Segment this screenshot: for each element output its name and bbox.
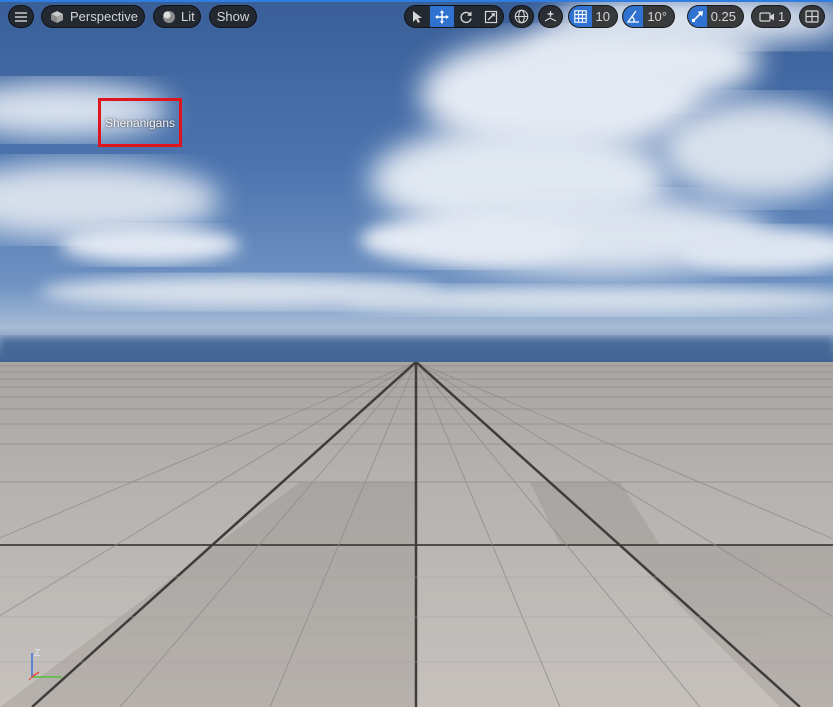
scale-arrow-icon [691,10,704,23]
cube-icon [50,10,64,24]
rotation-snap-control[interactable]: 10° [622,5,675,28]
coordinate-space-button[interactable] [509,5,534,28]
lighting-mode-label: Lit [181,9,195,24]
level-viewport[interactable]: Perspective Lit Show 10 10° 0.25 1 Shena… [0,0,833,707]
hamburger-icon [14,11,28,23]
scale-snap-control[interactable]: 0.25 [687,5,744,28]
sky-background [0,0,833,364]
actor-label-text: Shenanigans [104,115,176,130]
grid-snap-toggle[interactable] [569,6,592,27]
select-tool-button[interactable] [405,6,430,27]
rotation-snap-value[interactable]: 10° [643,9,674,24]
show-menu-label: Show [216,9,250,24]
scale-tool-button[interactable] [479,6,504,27]
surface-snapping-button[interactable] [538,5,563,28]
lighting-mode-button[interactable]: Lit [153,5,201,28]
camera-speed-control[interactable]: 1 [751,5,791,28]
camera-speed-value: 1 [778,9,786,24]
transform-tools-group [404,5,504,28]
camera-icon [759,11,775,23]
translate-move-icon [434,9,449,24]
scale-icon [484,10,498,24]
translate-tool-button[interactable] [429,6,454,27]
floor-grid [0,362,833,707]
select-arrow-icon [411,10,423,24]
axis-gizmo: Z [28,648,62,681]
scale-snap-toggle[interactable] [688,6,707,27]
rotation-snap-toggle[interactable] [623,6,644,27]
view-mode-button[interactable]: Perspective [41,5,145,28]
actor-label-highlight[interactable]: Shenanigans [98,98,182,147]
viewport-options-button[interactable] [8,5,34,28]
angle-icon [626,10,640,23]
scale-snap-value[interactable]: 0.25 [707,9,743,24]
lit-sphere-icon [162,10,176,24]
rotate-icon [459,10,473,24]
viewport-layout-icon [805,10,819,23]
axis-z-label: Z [34,648,40,659]
grid-snap-value[interactable]: 10 [592,9,617,24]
viewport-focus-border [0,0,833,2]
viewport-layout-button[interactable] [799,5,825,28]
grid-icon [574,10,587,23]
surface-snap-icon [543,9,558,24]
show-menu-button[interactable]: Show [209,5,257,28]
rotate-tool-button[interactable] [454,6,479,27]
globe-icon [514,9,529,24]
view-mode-label: Perspective [70,9,138,24]
grid-snap-control[interactable]: 10 [568,5,618,28]
